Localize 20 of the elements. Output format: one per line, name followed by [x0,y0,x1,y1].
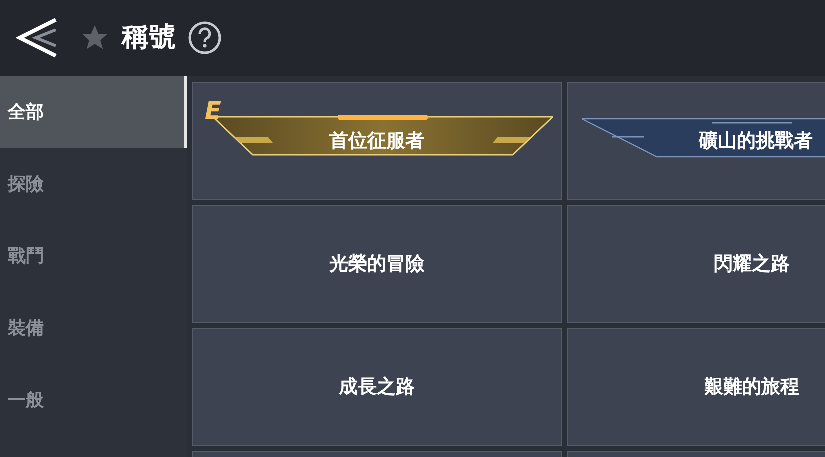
title-name: 艱難的旅程 [704,374,800,400]
title-card[interactable]: 閃耀之路 [567,205,825,323]
title-card[interactable]: 光榮的冒險 [192,205,562,323]
title-name: 光榮的冒險 [330,252,424,277]
title-name: 首位征服者 [330,128,424,154]
title-card[interactable]: E 首位征服者 [192,82,562,200]
title-card[interactable]: 艱難的旅程 [567,328,825,446]
category-tab[interactable]: 裝備 [0,292,187,364]
page-title: 稱號 [122,20,176,55]
rank-label: E [205,96,222,127]
category-tab[interactable]: 探險 [0,148,187,220]
title-name: 成長之路 [339,374,415,400]
help-icon[interactable] [188,21,222,55]
category-tab[interactable]: 全部 [0,76,187,148]
title-name: 礦山的挑戰者 [699,128,813,154]
category-tab[interactable]: 戰鬥 [0,220,187,292]
title-card[interactable]: 成長之路 [192,328,562,446]
title-name: 閃耀之路 [714,252,790,277]
title-card[interactable]: 礦山的挑戰者 [567,82,825,200]
category-tab[interactable]: 一般 [0,364,187,436]
